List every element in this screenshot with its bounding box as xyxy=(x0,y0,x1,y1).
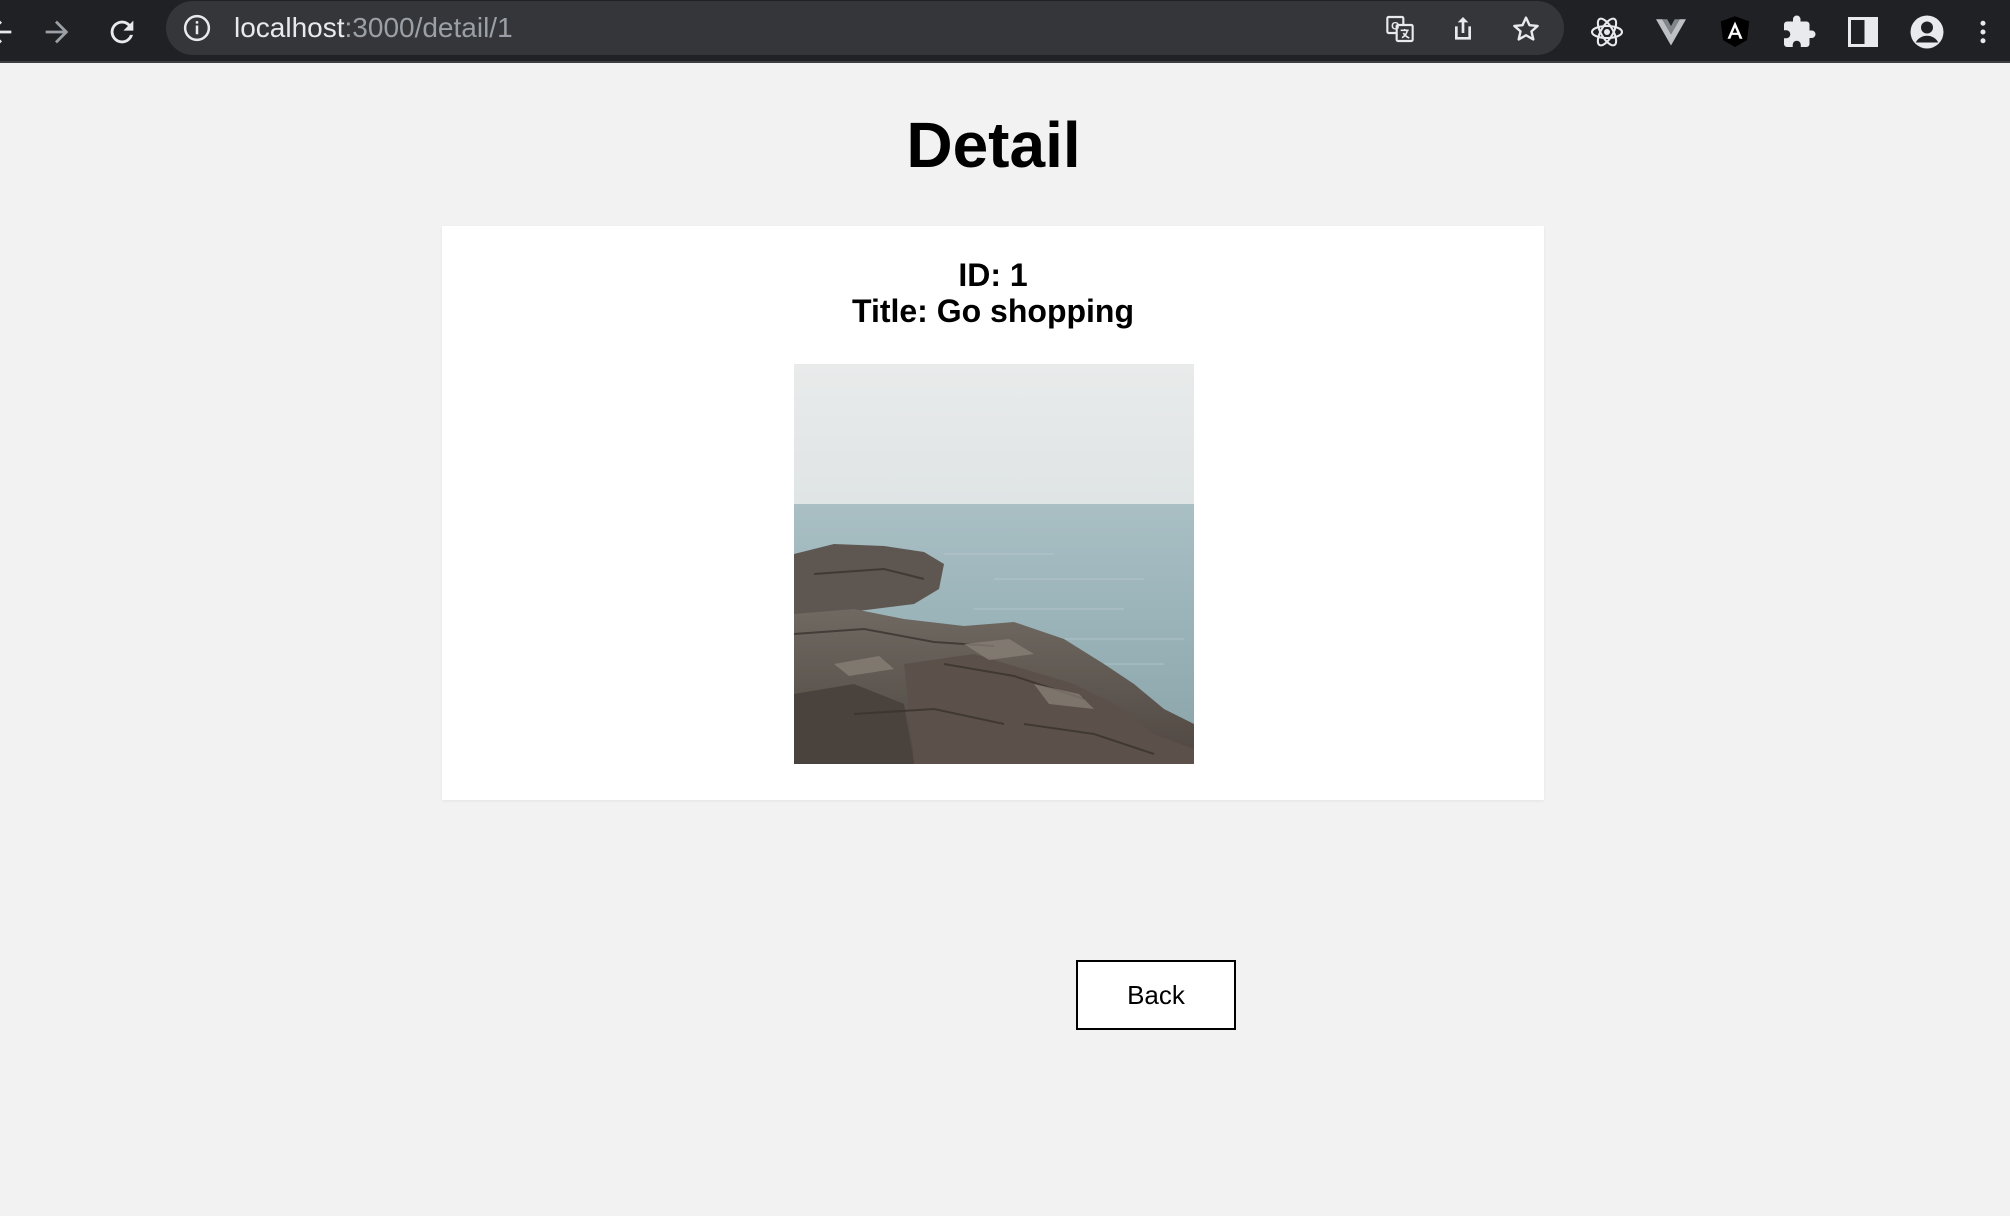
address-bar[interactable]: localhost:3000/detail/1 G xyxy=(166,1,1564,55)
vue-icon xyxy=(1656,19,1686,46)
translate-icon: G xyxy=(1386,15,1414,43)
page-title: Detail xyxy=(906,109,1081,181)
url-text[interactable]: localhost:3000/detail/1 xyxy=(234,13,513,43)
translate-button[interactable]: G xyxy=(1382,11,1418,47)
profile-button[interactable] xyxy=(1903,8,1951,56)
back-button[interactable]: Back xyxy=(1076,960,1236,1030)
reload-button[interactable] xyxy=(98,8,146,56)
extensions-button[interactable] xyxy=(1775,8,1823,56)
info-icon[interactable] xyxy=(182,13,212,43)
detail-image xyxy=(794,364,1194,764)
browser-menu-button[interactable] xyxy=(1968,8,1998,56)
vue-devtools-button[interactable] xyxy=(1647,8,1695,56)
star-icon xyxy=(1513,16,1539,41)
share-button[interactable] xyxy=(1445,11,1481,47)
react-icon xyxy=(1590,17,1624,47)
share-icon xyxy=(1455,17,1471,40)
forward-nav-button[interactable] xyxy=(33,8,81,56)
reload-icon xyxy=(110,20,134,44)
arrow-right-icon xyxy=(45,20,69,44)
svg-text:G: G xyxy=(1391,21,1399,33)
angular-devtools-button[interactable] xyxy=(1711,8,1759,56)
detail-title: Title: Go shopping xyxy=(851,293,1135,329)
puzzle-icon xyxy=(1784,15,1816,47)
detail-card: ID: 1 Title: Go shopping xyxy=(442,226,1544,800)
react-devtools-button[interactable] xyxy=(1583,8,1631,56)
arrow-left-icon xyxy=(0,20,12,44)
more-vert-icon xyxy=(1980,20,1986,44)
profile-icon xyxy=(1910,15,1944,49)
url-host: localhost xyxy=(234,12,345,43)
bookmark-button[interactable] xyxy=(1508,11,1544,47)
side-panel-button[interactable] xyxy=(1839,8,1887,56)
angular-icon xyxy=(1720,16,1750,47)
url-path: :3000/detail/1 xyxy=(344,12,513,43)
browser-toolbar: localhost:3000/detail/1 G xyxy=(0,0,2010,63)
side-panel-icon xyxy=(1848,17,1878,47)
detail-id: ID: 1 xyxy=(958,257,1028,293)
back-nav-button[interactable] xyxy=(0,8,24,56)
